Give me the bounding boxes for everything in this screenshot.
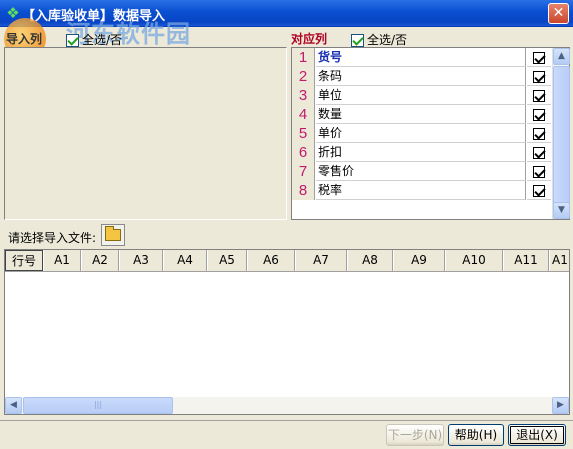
column-header[interactable]: A6 <box>247 250 295 271</box>
app-icon: ❖ <box>6 4 20 22</box>
mapping-columns-header: 对应列 全选/否 <box>291 30 407 47</box>
footer-divider <box>0 420 573 421</box>
mapping-row-checkbox[interactable] <box>533 127 545 140</box>
mapping-row-checkbox-cell <box>527 181 551 200</box>
right-select-all-checkbox[interactable] <box>351 34 364 47</box>
mapping-row-checkbox-cell <box>527 162 551 181</box>
import-columns-list[interactable] <box>4 47 287 220</box>
mapping-row[interactable]: 5 单价 <box>292 124 552 143</box>
column-header[interactable]: A1 <box>549 250 569 271</box>
left-select-all-label: 全选/否 <box>82 33 123 47</box>
mapping-row-number: 4 <box>292 105 315 124</box>
mapping-row-number: 6 <box>292 143 315 162</box>
left-select-all[interactable]: 全选/否 <box>66 31 122 48</box>
mapping-row-number: 5 <box>292 124 315 143</box>
mapping-columns-grid: 1 货号 2 条码 3 单位 4 数量 5 单价 6 折扣 7 零售价 8 税率… <box>291 47 570 220</box>
vertical-scroll-thumb[interactable] <box>553 66 570 206</box>
mapping-row-checkbox-cell <box>527 143 551 162</box>
mapping-row[interactable]: 3 单位 <box>292 86 552 105</box>
mapping-row-name[interactable]: 条码 <box>316 67 526 86</box>
close-button[interactable]: ✕ <box>548 3 569 24</box>
grid-header: 行号 A1 A2 A3 A4 A5 A6 A7 A8 A9 A10 A11 A1 <box>5 250 569 272</box>
mapping-row-number: 1 <box>292 48 315 67</box>
open-file-button[interactable] <box>101 224 125 246</box>
mapping-row[interactable]: 2 条码 <box>292 67 552 86</box>
mapping-row-number: 3 <box>292 86 315 105</box>
exit-button[interactable]: 退出(X) <box>508 424 566 446</box>
mapping-row-name[interactable]: 单价 <box>316 124 526 143</box>
mapping-row-checkbox[interactable] <box>533 146 545 159</box>
mapping-row-number: 2 <box>292 67 315 86</box>
scroll-up-icon[interactable]: ▲ <box>553 48 570 65</box>
left-select-all-checkbox[interactable] <box>66 34 79 47</box>
mapping-row-checkbox[interactable] <box>533 70 545 83</box>
mapping-row-number: 7 <box>292 162 315 181</box>
column-header[interactable]: A2 <box>81 250 119 271</box>
mapping-row-name[interactable]: 数量 <box>316 105 526 124</box>
mapping-row-name[interactable]: 零售价 <box>316 162 526 181</box>
mapping-row-checkbox[interactable] <box>533 89 545 102</box>
column-header[interactable]: A9 <box>393 250 445 271</box>
right-select-all[interactable]: 全选/否 <box>351 31 407 48</box>
mapping-row-checkbox[interactable] <box>533 51 545 64</box>
mapping-row[interactable]: 8 税率 <box>292 181 552 200</box>
mapping-row-name[interactable]: 货号 <box>316 48 526 67</box>
column-header[interactable]: A11 <box>503 250 549 271</box>
window-title: 【入库验收单】数据导入 <box>22 9 166 24</box>
mapping-vertical-scrollbar[interactable]: ▲ ▼ <box>552 48 570 219</box>
title-bar: ❖ 【入库验收单】数据导入 ✕ <box>0 0 573 27</box>
mapping-columns-label: 对应列 <box>291 32 328 46</box>
mapping-row-name[interactable]: 税率 <box>316 181 526 200</box>
folder-open-icon <box>105 226 121 241</box>
scroll-left-icon[interactable]: ◀ <box>5 397 22 414</box>
mapping-row-checkbox-cell <box>527 105 551 124</box>
column-header-row-number[interactable]: 行号 <box>5 250 43 271</box>
column-header[interactable]: A5 <box>207 250 247 271</box>
mapping-row[interactable]: 1 货号 <box>292 48 552 67</box>
mapping-row-checkbox-cell <box>527 124 551 143</box>
grid-horizontal-scrollbar[interactable]: ◀ ||| ▶ <box>5 397 569 414</box>
right-select-all-label: 全选/否 <box>367 33 408 47</box>
import-columns-label: 导入列 <box>6 32 43 46</box>
mapping-row-name[interactable]: 折扣 <box>316 143 526 162</box>
mapping-row-name[interactable]: 单位 <box>316 86 526 105</box>
column-header[interactable]: A10 <box>445 250 503 271</box>
next-step-button[interactable]: 下一步(N) <box>386 424 444 446</box>
mapping-row-checkbox[interactable] <box>533 184 545 197</box>
scroll-down-icon[interactable]: ▼ <box>553 202 570 219</box>
scroll-right-icon[interactable]: ▶ <box>552 397 569 414</box>
mapping-row-checkbox-cell <box>527 86 551 105</box>
mapping-row[interactable]: 6 折扣 <box>292 143 552 162</box>
column-header[interactable]: A8 <box>347 250 393 271</box>
column-header[interactable]: A1 <box>43 250 81 271</box>
file-select-label: 请选择导入文件: <box>8 231 97 245</box>
mapping-row-checkbox-cell <box>527 48 551 67</box>
column-header[interactable]: A7 <box>295 250 347 271</box>
import-data-grid[interactable]: 行号 A1 A2 A3 A4 A5 A6 A7 A8 A9 A10 A11 A1… <box>4 249 570 415</box>
column-header[interactable]: A3 <box>119 250 163 271</box>
help-button[interactable]: 帮助(H) <box>448 424 504 446</box>
mapping-row-checkbox[interactable] <box>533 165 545 178</box>
horizontal-scroll-thumb[interactable]: ||| <box>23 397 173 414</box>
mapping-row-checkbox[interactable] <box>533 108 545 121</box>
mapping-row-checkbox-cell <box>527 67 551 86</box>
mapping-row-number: 8 <box>292 181 315 200</box>
mapping-row[interactable]: 4 数量 <box>292 105 552 124</box>
column-header[interactable]: A4 <box>163 250 207 271</box>
mapping-row[interactable]: 7 零售价 <box>292 162 552 181</box>
